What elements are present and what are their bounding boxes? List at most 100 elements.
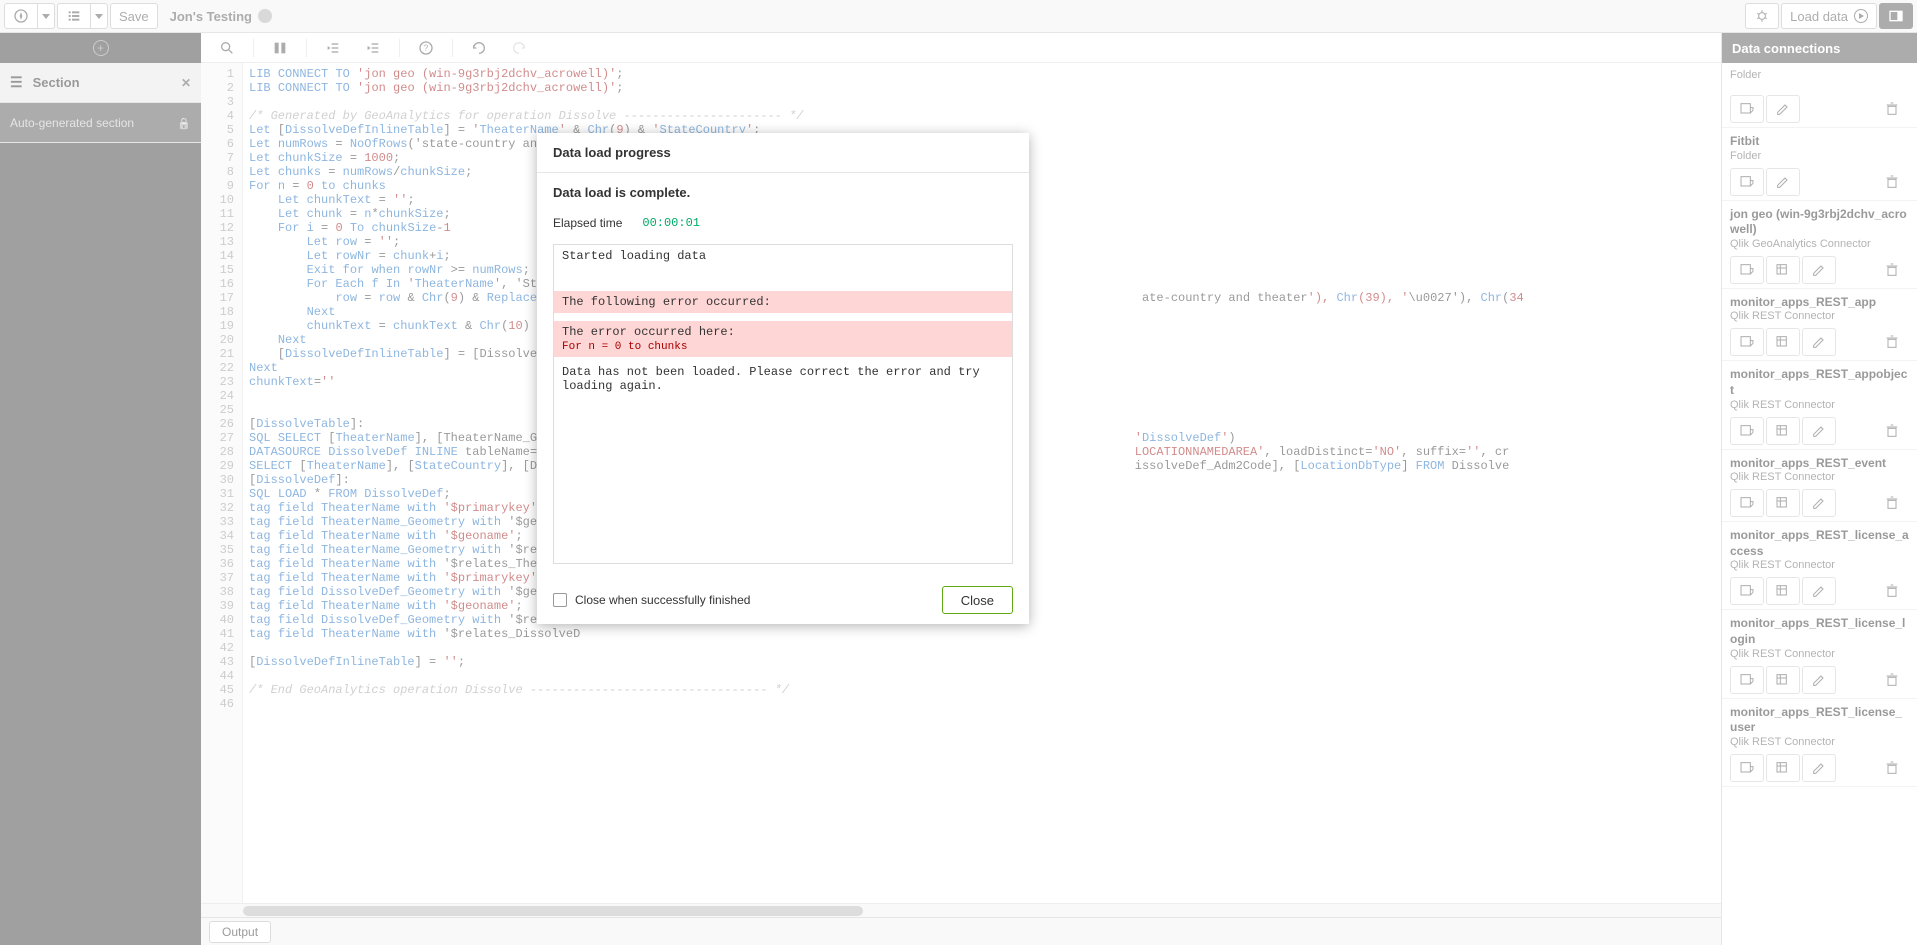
modal-close-button[interactable]: Close <box>942 586 1013 614</box>
edit-connection-button[interactable] <box>1802 256 1836 284</box>
delete-connection-button[interactable] <box>1875 666 1909 694</box>
help-button[interactable]: ? <box>408 35 444 61</box>
debug-button[interactable] <box>1745 3 1779 29</box>
list-icon[interactable] <box>57 3 90 29</box>
drag-icon <box>10 74 23 91</box>
select-data-button[interactable] <box>1730 417 1764 445</box>
delete-connection-button[interactable] <box>1875 256 1909 284</box>
select-data-button[interactable] <box>1730 95 1764 123</box>
left-sidebar: + Section Auto-generated section <box>0 33 201 945</box>
search-button[interactable] <box>209 35 245 61</box>
select-data-button[interactable] <box>1730 168 1764 196</box>
connections-list: FolderFitbitFolderjon geo (win-9g3rbj2dc… <box>1722 63 1917 945</box>
lock-icon <box>177 116 191 130</box>
delete-connection-button[interactable] <box>1875 417 1909 445</box>
close-checkbox-label: Close when successfully finished <box>575 593 750 607</box>
elapsed-value: 00:00:01 <box>642 216 700 230</box>
delete-connection-button[interactable] <box>1875 489 1909 517</box>
section-label: Section <box>33 75 80 90</box>
select-data-button[interactable] <box>1730 256 1764 284</box>
log-started: Started loading data <box>554 245 1012 267</box>
connection-name: monitor_apps_REST_license_access <box>1730 528 1909 559</box>
modal-status: Data load is complete. <box>553 185 1013 200</box>
modal-title: Data load progress <box>537 133 1029 173</box>
edit-connection-button[interactable] <box>1802 417 1836 445</box>
log-error-header: The following error occurred: <box>554 291 1012 313</box>
connection-item: monitor_apps_REST_license_accessQlik RES… <box>1722 522 1917 610</box>
indent-button[interactable] <box>355 35 391 61</box>
outdent-button[interactable] <box>315 35 351 61</box>
panel-toggle-button[interactable] <box>1879 3 1913 29</box>
comment-button[interactable] <box>262 35 298 61</box>
edit-connection-button[interactable] <box>1766 168 1800 196</box>
modal-elapsed: Elapsed time 00:00:01 <box>553 216 1013 230</box>
insert-script-button[interactable] <box>1766 489 1800 517</box>
svg-text:?: ? <box>424 43 429 52</box>
list-menu-caret[interactable] <box>90 3 108 29</box>
connection-name: monitor_apps_REST_appobject <box>1730 367 1909 398</box>
list-menu[interactable] <box>57 3 108 29</box>
select-data-button[interactable] <box>1730 577 1764 605</box>
scrollbar-thumb[interactable] <box>243 906 863 916</box>
connection-item: monitor_apps_REST_license_loginQlik REST… <box>1722 610 1917 698</box>
connection-type: Qlik REST Connector <box>1730 310 1909 322</box>
section-item-main[interactable]: Section <box>0 63 201 103</box>
insert-script-button[interactable] <box>1766 417 1800 445</box>
modal-log[interactable]: Started loading data The following error… <box>553 244 1013 564</box>
insert-script-button[interactable] <box>1766 754 1800 782</box>
select-data-button[interactable] <box>1730 328 1764 356</box>
modal-footer: Close when successfully finished Close <box>537 576 1029 624</box>
edit-connection-button[interactable] <box>1802 489 1836 517</box>
select-data-button[interactable] <box>1730 754 1764 782</box>
section-item-auto[interactable]: Auto-generated section <box>0 103 201 143</box>
select-data-button[interactable] <box>1730 489 1764 517</box>
close-on-success-checkbox[interactable] <box>553 593 567 607</box>
connection-item: monitor_apps_REST_eventQlik REST Connect… <box>1722 450 1917 523</box>
connection-type: Qlik GeoAnalytics Connector <box>1730 238 1909 250</box>
close-section-icon[interactable] <box>181 75 191 90</box>
connection-item: monitor_apps_REST_license_userQlik REST … <box>1722 699 1917 787</box>
connection-type: Qlik REST Connector <box>1730 736 1909 748</box>
insert-script-button[interactable] <box>1766 666 1800 694</box>
connection-item: monitor_apps_REST_appQlik REST Connector <box>1722 289 1917 362</box>
delete-connection-button[interactable] <box>1875 328 1909 356</box>
select-data-button[interactable] <box>1730 666 1764 694</box>
nav-menu-caret[interactable] <box>37 3 55 29</box>
insert-script-button[interactable] <box>1766 256 1800 284</box>
right-panel: Data connections FolderFitbitFolderjon g… <box>1721 33 1917 945</box>
insert-script-button[interactable] <box>1766 577 1800 605</box>
connection-type: Qlik REST Connector <box>1730 559 1909 571</box>
data-load-modal: Data load progress Data load is complete… <box>537 133 1029 624</box>
edit-connection-button[interactable] <box>1802 577 1836 605</box>
add-section-button[interactable]: + <box>0 33 201 63</box>
redo-button[interactable] <box>501 35 537 61</box>
delete-connection-button[interactable] <box>1875 577 1909 605</box>
horizontal-scrollbar[interactable] <box>201 903 1721 917</box>
delete-connection-button[interactable] <box>1875 168 1909 196</box>
delete-connection-button[interactable] <box>1875 754 1909 782</box>
output-button[interactable]: Output <box>209 921 271 943</box>
insert-script-button[interactable] <box>1766 328 1800 356</box>
delete-connection-button[interactable] <box>1875 95 1909 123</box>
connection-name: monitor_apps_REST_license_login <box>1730 616 1909 647</box>
edit-connection-button[interactable] <box>1802 666 1836 694</box>
connection-type: Qlik REST Connector <box>1730 399 1909 411</box>
save-button[interactable]: Save <box>110 3 158 29</box>
connection-name: monitor_apps_REST_app <box>1730 295 1909 311</box>
elapsed-label: Elapsed time <box>553 216 622 230</box>
auto-section-label: Auto-generated section <box>10 116 134 130</box>
edit-connection-button[interactable] <box>1802 328 1836 356</box>
connection-name: monitor_apps_REST_license_user <box>1730 705 1909 736</box>
app-title: Jon's Testing <box>170 9 272 24</box>
edit-connection-button[interactable] <box>1802 754 1836 782</box>
nav-menu[interactable] <box>4 3 55 29</box>
compass-icon[interactable] <box>4 3 37 29</box>
connection-type: Folder <box>1730 150 1909 162</box>
load-data-button[interactable]: Load data <box>1781 3 1877 29</box>
top-toolbar: Save Jon's Testing Load data <box>0 0 1917 33</box>
connection-type: Qlik REST Connector <box>1730 471 1909 483</box>
undo-button[interactable] <box>461 35 497 61</box>
connection-name: jon geo (win-9g3rbj2dchv_acrowell) <box>1730 207 1909 238</box>
edit-connection-button[interactable] <box>1766 95 1800 123</box>
connection-type: Qlik REST Connector <box>1730 648 1909 660</box>
